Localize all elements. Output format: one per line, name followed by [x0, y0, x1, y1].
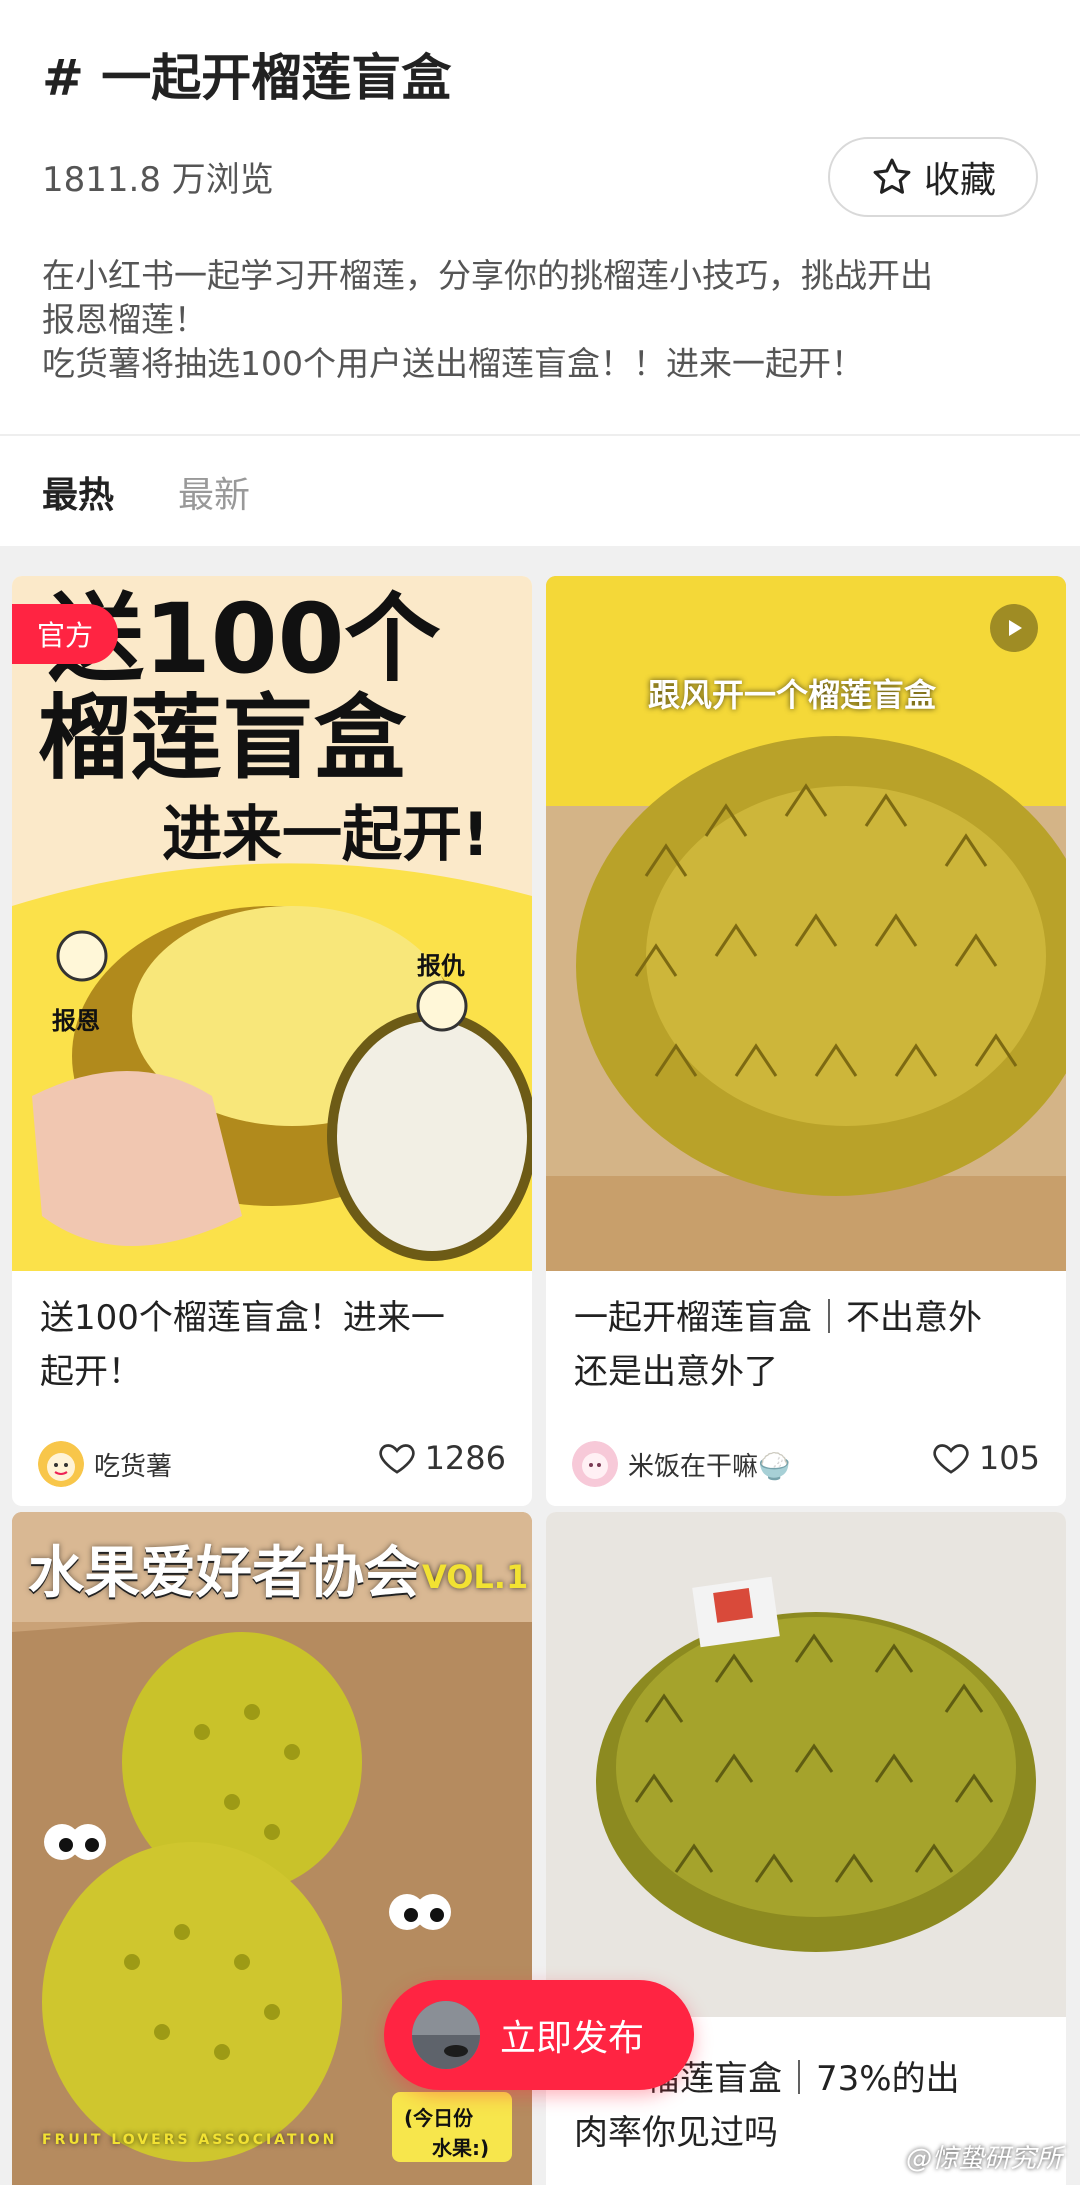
favorite-button[interactable]: 收藏 [828, 137, 1038, 217]
tab-latest[interactable]: 最新 [178, 466, 250, 518]
author-name: 米饭在干嘛🍚 [628, 1451, 791, 1482]
video-play-icon [990, 604, 1038, 652]
official-badge: 官方 [12, 604, 118, 664]
note-title: 榴莲盲盒｜73%的出 [646, 2052, 1038, 2106]
note-card[interactable]: 跟风开一个榴莲盲盒 一起开榴莲盲盒｜不出意外 还是出意外了 米饭在干嘛🍚 105 [546, 576, 1066, 1506]
note-cover [546, 1512, 1066, 2017]
star-icon [873, 158, 911, 194]
note-cover: 跟风开一个榴莲盲盒 [546, 576, 1066, 1271]
note-title-line: 榴莲盲盒｜73%的出 [646, 2059, 960, 2099]
publish-thumbnail [412, 2001, 480, 2069]
cover-caption: 跟风开一个榴莲盲盒 [648, 676, 937, 714]
description-line: 在小红书一起学习开榴莲，分享你的挑榴莲小技巧，挑战开出 [42, 256, 933, 295]
cover-tag-right: 报仇 [417, 952, 465, 980]
publish-label: 立即发布 [500, 2018, 645, 2059]
cover-tag-left: 报恩 [52, 1007, 100, 1035]
cover-note: 水果:) [432, 2136, 490, 2160]
like-button[interactable]: 1286 [377, 1438, 506, 1478]
author[interactable]: 米饭在干嘛🍚 [572, 1441, 790, 1487]
heart-icon [378, 1444, 415, 1474]
favorite-label: 收藏 [923, 160, 996, 201]
sort-tabs: 最热 最新 [0, 436, 1080, 546]
cover-subheadline: 进来一起开! [162, 800, 490, 870]
description-line: 吃货薯将抽选100个用户送出榴莲盲盒！！进来一起开！ [42, 344, 864, 383]
durian-photo [546, 1512, 1066, 2017]
note-title-line: 还是出意外了 [574, 1352, 778, 1392]
like-button[interactable]: 105 [931, 1438, 1040, 1478]
like-count: 1286 [424, 1439, 506, 1477]
like-count: 105 [978, 1439, 1040, 1477]
author-name: 吃货薯 [94, 1451, 173, 1482]
view-count: 1811.8 万浏览 [42, 160, 274, 200]
watermark: @惊蛰研究所 [905, 2144, 1062, 2174]
note-cover: 送100个 榴莲盲盒 进来一起开! 报恩 报仇 官方 [12, 576, 532, 1271]
cover-headline: 榴莲盲盒 [38, 685, 407, 792]
cover-footer: FRUIT LOVERS ASSOCIATION [42, 2132, 338, 2148]
publish-button[interactable]: 立即发布 [384, 1980, 694, 2090]
note-card[interactable]: 送100个 榴莲盲盒 进来一起开! 报恩 报仇 官方 送100个榴莲盲盒！进来一… [12, 576, 532, 1506]
cover-heading: 水果爱好者协会 [28, 1541, 420, 1606]
author[interactable]: 吃货薯 [38, 1441, 172, 1487]
tab-hottest[interactable]: 最热 [42, 466, 114, 518]
note-title-line: 起开！ [40, 1352, 142, 1392]
topic-description: 在小红书一起学习开榴莲，分享你的挑榴莲小技巧，挑战开出 报恩榴莲！ 吃货薯将抽选… [42, 254, 1042, 386]
description-line: 报恩榴莲！ [42, 300, 207, 339]
note-title-line: 一起开榴莲盲盒｜不出意外 [574, 1298, 982, 1338]
avatar [572, 1441, 618, 1487]
note-title-line: 送100个榴莲盲盒！进来一 [40, 1298, 445, 1338]
note-title: 一起开榴莲盲盒｜不出意外 还是出意外了 [574, 1291, 1038, 1399]
heart-icon [933, 1444, 969, 1474]
note-title: 送100个榴莲盲盒！进来一 起开！ [40, 1291, 504, 1399]
topic-header: # 一起开榴莲盲盒 1811.8 万浏览 收藏 在小红书一起学习开榴莲，分享你的… [0, 0, 1080, 436]
topic-title: # 一起开榴莲盲盒 [42, 49, 452, 107]
avatar [38, 1441, 84, 1487]
note-feed: 送100个 榴莲盲盒 进来一起开! 报恩 报仇 官方 送100个榴莲盲盒！进来一… [0, 546, 1080, 2185]
cover-vol: VOL.1 [422, 1558, 529, 1596]
cover-note: (今日份 [404, 2106, 474, 2130]
